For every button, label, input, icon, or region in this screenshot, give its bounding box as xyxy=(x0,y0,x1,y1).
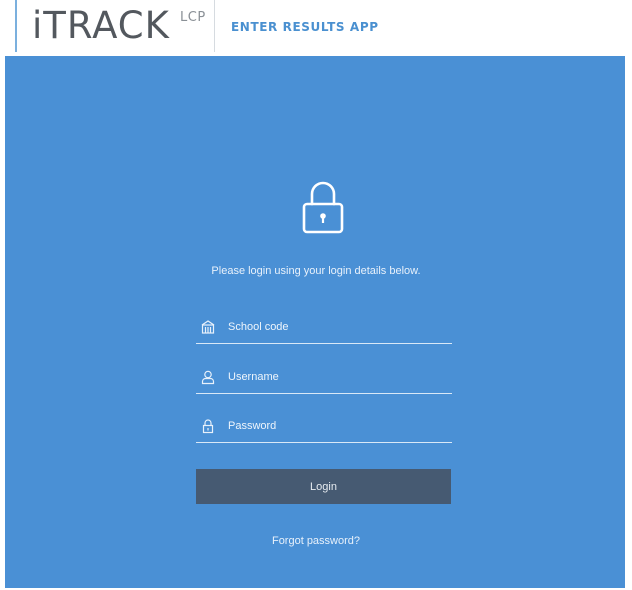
login-prompt: Please login using your login details be… xyxy=(211,265,421,277)
forgot-password-link[interactable]: Forgot password? xyxy=(0,535,632,547)
school-icon xyxy=(201,320,215,334)
app-header: iTRACK LCP ENTER RESULTS APP xyxy=(0,0,632,56)
lock-icon xyxy=(302,181,344,234)
school-code-field xyxy=(196,313,452,344)
lock-small-icon xyxy=(202,419,214,434)
app-name-label: ENTER RESULTS APP xyxy=(231,20,379,34)
login-button[interactable]: Login xyxy=(196,469,451,504)
password-field xyxy=(196,412,452,443)
brand-superscript: LCP xyxy=(180,10,206,25)
username-input[interactable] xyxy=(228,366,443,388)
school-code-input[interactable] xyxy=(228,316,443,338)
header-accent-bar xyxy=(15,0,17,52)
brand-logo-text: iTRACK xyxy=(32,4,170,47)
username-field xyxy=(196,363,452,394)
header-divider xyxy=(214,0,215,52)
user-icon xyxy=(201,370,215,385)
password-input[interactable] xyxy=(228,415,443,437)
